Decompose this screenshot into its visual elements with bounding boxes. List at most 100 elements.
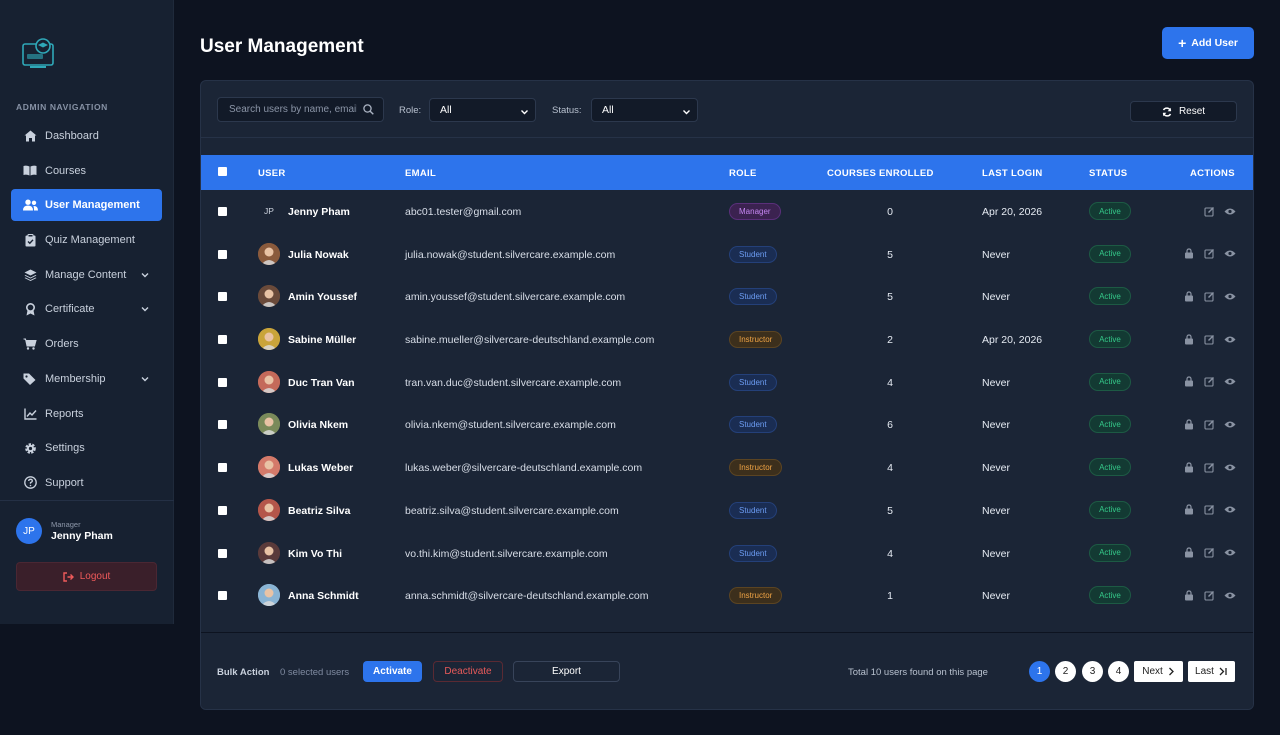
sidebar-item-orders[interactable]: Orders (11, 328, 162, 360)
edit-icon[interactable] (1203, 461, 1215, 473)
last-login: Never (982, 590, 1011, 603)
pagination-page-2[interactable]: 2 (1055, 661, 1076, 682)
logout-button[interactable]: Logout (16, 562, 157, 591)
avatar-photo (258, 541, 280, 564)
edit-icon[interactable] (1203, 589, 1215, 601)
table-row: Julia Nowak julia.nowak@student.silverca… (201, 233, 1253, 276)
book-icon (22, 163, 38, 179)
user-profile[interactable]: JP Manager Jenny Pham (16, 518, 113, 544)
pagination-page-3[interactable]: 3 (1082, 661, 1103, 682)
filter-bar: Role: All Status: All Reset (201, 81, 1253, 138)
pagination-page-4[interactable]: 4 (1108, 661, 1129, 682)
user-name[interactable]: Beatriz Silva (288, 505, 350, 517)
user-name[interactable]: Julia Nowak (288, 249, 349, 261)
sidebar-item-label: Reports (45, 407, 84, 420)
lock-icon[interactable] (1183, 376, 1195, 388)
row-checkbox[interactable] (218, 207, 227, 216)
edit-icon[interactable] (1203, 376, 1215, 388)
sidebar-item-membership[interactable]: Membership (11, 363, 162, 395)
search-input[interactable] (229, 104, 357, 115)
status-select[interactable]: All (591, 98, 698, 122)
column-header-last-login[interactable]: LAST LOGIN (982, 168, 1043, 179)
sidebar-item-settings[interactable]: Settings (11, 432, 162, 464)
eye-icon[interactable] (1224, 418, 1236, 430)
eye-icon[interactable] (1224, 376, 1236, 388)
select-all-checkbox[interactable] (218, 167, 227, 176)
export-button[interactable]: Export (513, 661, 620, 682)
courses-enrolled: 2 (887, 334, 893, 347)
reset-button[interactable]: Reset (1130, 101, 1237, 122)
sidebar-item-manage-content[interactable]: Manage Content (11, 259, 162, 291)
plus-icon: + (1178, 35, 1187, 51)
lock-icon[interactable] (1183, 589, 1195, 601)
role-filter-label: Role: (399, 105, 422, 116)
sidebar-item-quiz-management[interactable]: Quiz Management (11, 224, 162, 256)
role-select[interactable]: All (429, 98, 536, 122)
lock-icon[interactable] (1183, 418, 1195, 430)
add-user-button[interactable]: + Add User (1162, 27, 1254, 59)
eye-icon[interactable] (1224, 589, 1236, 601)
row-checkbox[interactable] (218, 463, 227, 473)
row-checkbox[interactable] (218, 420, 227, 430)
edit-icon[interactable] (1203, 290, 1215, 302)
lock-icon[interactable] (1183, 504, 1195, 516)
sidebar-item-certificate[interactable]: Certificate (11, 293, 162, 325)
lock-icon[interactable] (1183, 290, 1195, 302)
row-checkbox[interactable] (218, 591, 227, 601)
row-checkbox[interactable] (218, 292, 227, 302)
column-header-user[interactable]: USER (258, 168, 286, 179)
pagination-last-button[interactable]: Last (1188, 661, 1235, 682)
edit-icon[interactable] (1203, 333, 1215, 345)
sidebar-item-reports[interactable]: Reports (11, 398, 162, 430)
activate-button[interactable]: Activate (363, 661, 422, 682)
eye-icon[interactable] (1224, 248, 1236, 260)
edit-icon[interactable] (1203, 547, 1215, 559)
user-name[interactable]: Duc Tran Van (288, 377, 355, 389)
sidebar-item-support[interactable]: Support (11, 467, 162, 499)
user-name[interactable]: Amin Youssef (288, 291, 357, 303)
avatar: JP (258, 200, 280, 222)
user-name[interactable]: Jenny Pham (288, 206, 350, 218)
edit-icon[interactable] (1203, 248, 1215, 260)
eye-icon[interactable] (1224, 205, 1236, 217)
deactivate-button[interactable]: Deactivate (433, 661, 503, 682)
avatar (258, 498, 280, 521)
row-checkbox[interactable] (218, 377, 227, 387)
row-checkbox[interactable] (218, 505, 227, 515)
row-checkbox[interactable] (218, 335, 227, 345)
pagination-next-button[interactable]: Next (1134, 661, 1183, 682)
column-header-courses-enrolled[interactable]: COURSES ENROLLED (827, 168, 934, 179)
user-name[interactable]: Sabine Müller (288, 334, 356, 346)
lock-icon[interactable] (1183, 248, 1195, 260)
row-checkbox[interactable] (218, 548, 227, 558)
pagination-page-1[interactable]: 1 (1029, 661, 1050, 682)
lock-icon[interactable] (1183, 333, 1195, 345)
column-header-role[interactable]: ROLE (729, 168, 757, 179)
sidebar-item-user-management[interactable]: User Management (11, 189, 162, 222)
eye-icon[interactable] (1224, 333, 1236, 345)
user-name[interactable]: Anna Schmidt (288, 590, 359, 602)
row-checkbox[interactable] (218, 249, 227, 259)
eye-icon[interactable] (1224, 504, 1236, 516)
edit-icon[interactable] (1203, 205, 1215, 217)
table-row: Beatriz Silva beatriz.silva@student.silv… (201, 489, 1253, 532)
lock-icon[interactable] (1183, 547, 1195, 559)
last-login: Never (982, 504, 1011, 517)
eye-icon[interactable] (1224, 461, 1236, 473)
user-name[interactable]: Lukas Weber (288, 462, 353, 474)
search-box[interactable] (217, 97, 384, 122)
chevron-down-icon (140, 270, 150, 280)
eye-icon[interactable] (1224, 290, 1236, 302)
sidebar-item-courses[interactable]: Courses (11, 155, 162, 187)
app-logo[interactable] (20, 36, 56, 72)
column-header-email[interactable]: EMAIL (405, 168, 436, 179)
eye-icon[interactable] (1224, 547, 1236, 559)
edit-icon[interactable] (1203, 504, 1215, 516)
sidebar-item-dashboard[interactable]: Dashboard (11, 120, 162, 152)
edit-icon[interactable] (1203, 418, 1215, 430)
lock-icon[interactable] (1183, 461, 1195, 473)
user-name[interactable]: Olivia Nkem (288, 419, 348, 431)
column-header-status[interactable]: STATUS (1089, 168, 1127, 179)
avatar (258, 370, 280, 393)
user-name[interactable]: Kim Vo Thi (288, 548, 342, 560)
